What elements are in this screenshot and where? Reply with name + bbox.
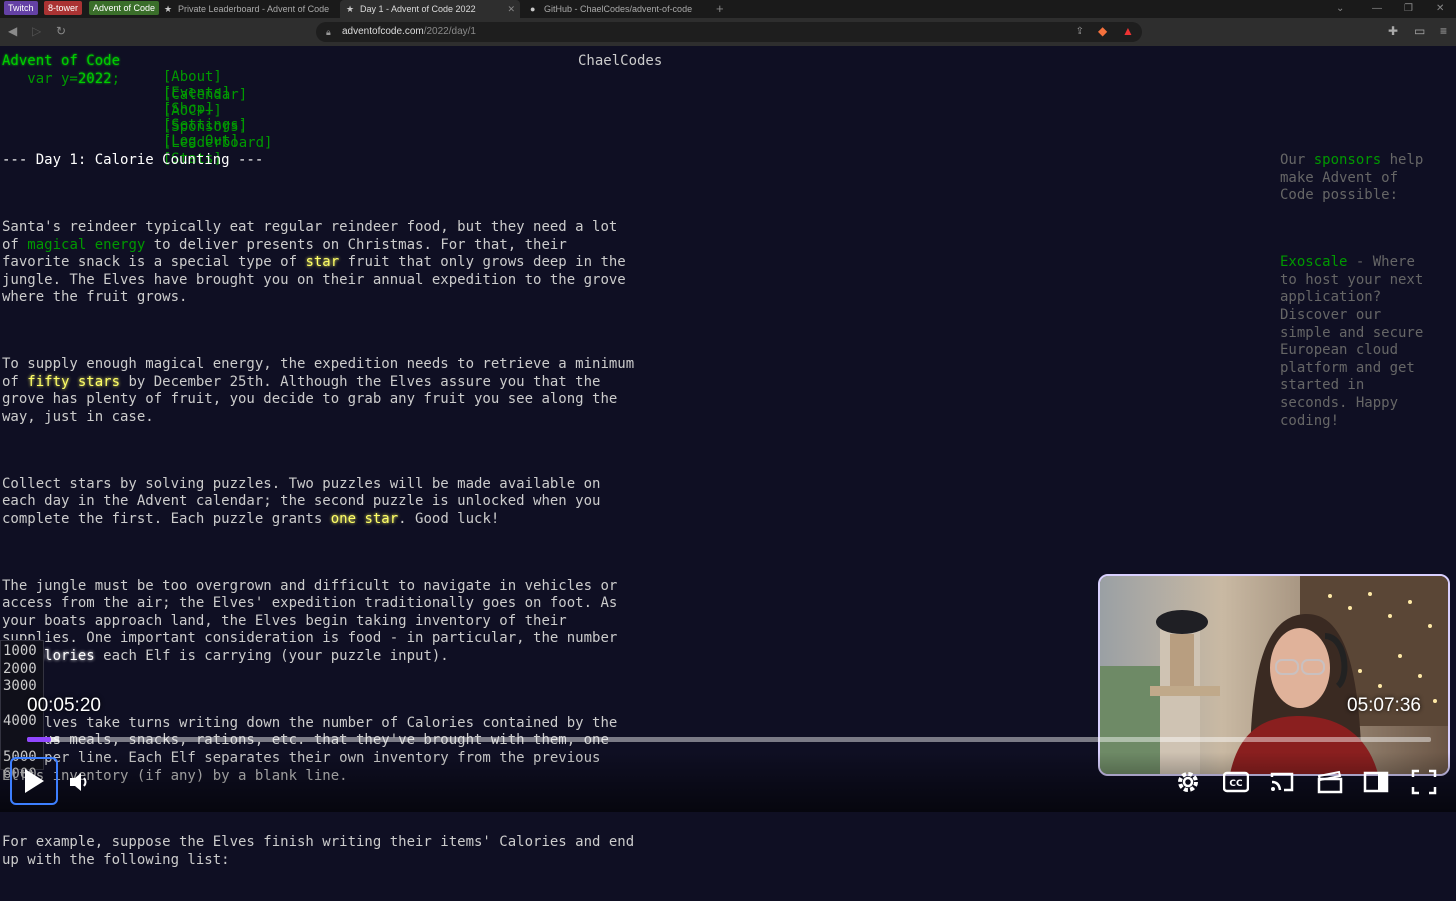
volume-button[interactable] [66,768,94,796]
new-tab-button[interactable]: + [716,0,724,18]
sponsors-link[interactable]: sponsors [1314,152,1381,168]
cast-button[interactable] [1268,768,1296,796]
volume-icon [70,773,87,791]
fullscreen-icon [1411,769,1437,795]
brave-rewards-icon[interactable]: ▲ [1122,24,1134,38]
star-icon: ★ [346,4,355,14]
forward-icon[interactable]: ▷ [32,24,41,38]
reload-icon[interactable]: ↻ [56,24,66,38]
restore-icon[interactable]: ❐ [1404,0,1413,18]
sidebar-toggle-icon[interactable]: ▭ [1414,24,1425,38]
extensions-icon[interactable]: ✚ [1388,24,1398,38]
play-button[interactable] [10,757,58,805]
close-tab-icon[interactable]: ✕ [507,0,515,18]
seek-bar[interactable] [27,737,1431,742]
tab-private-leaderboard[interactable]: ★ Private Leaderboard - Advent of Code [158,0,338,18]
back-icon[interactable]: ◀ [8,24,17,38]
puzzle-heading: --- Day 1: Calorie Counting --- [2,152,264,169]
total-time: 05:07:36 [1347,695,1421,716]
sponsor-intro: Our sponsors help make Advent of Code po… [1280,152,1424,204]
tab-day-1[interactable]: ★ Day 1 - Advent of Code 2022 ✕ [340,0,520,18]
pinned-tab-advent[interactable]: Advent of Code [89,1,160,15]
clip-button[interactable] [1316,768,1344,796]
fullscreen-button[interactable] [1410,768,1438,796]
site-title[interactable]: Advent of Code [2,53,120,69]
magical-energy-link[interactable]: magical energy [27,237,145,253]
paragraph-4: The jungle must be too overgrown and dif… [2,577,618,665]
tab-github[interactable]: ● GitHub - ChaelCodes/advent-of-code [524,0,704,18]
theatre-mode-icon [1363,771,1389,793]
minimize-icon[interactable]: — [1372,0,1382,18]
site-year: var y=2022; [2,71,121,87]
paragraph-1: Santa's reindeer typically eat regular r… [2,218,626,306]
play-icon [25,769,44,793]
seek-bar-played [27,737,51,742]
current-time: 00:05:20 [27,695,101,716]
exoscale-link[interactable]: Exoscale [1280,254,1347,270]
paragraph-3: Collect stars by solving puzzles. Two pu… [2,475,601,527]
theatre-mode-button[interactable] [1362,768,1390,796]
paragraph-2: To supply enough magical energy, the exp… [2,356,635,425]
sponsor-ad: Exoscale - Where to host your next appli… [1280,254,1424,429]
brave-shield-icon[interactable]: ◆ [1098,24,1107,38]
sponsor-sidebar: Our sponsors help make Advent of Code po… [1280,117,1440,462]
captions-button[interactable]: CC [1222,768,1250,796]
menu-icon[interactable]: ≡ [1440,24,1447,38]
github-icon: ● [530,4,536,14]
share-icon[interactable]: ⇪ [1076,22,1084,42]
browser-tab-bar: Twitch 8-tower Advent of Code ★ Private … [0,0,1456,18]
pinned-tab-8-tower[interactable]: 8-tower [44,1,83,15]
closed-captions-icon: CC [1223,771,1249,793]
svg-text:CC: CC [1229,779,1243,789]
tab-search-icon[interactable]: ⌄ [1336,0,1344,18]
seek-bar-buffer [50,737,60,742]
clapperboard-icon [1317,770,1343,794]
user-name: ChaelCodes [578,53,663,69]
star-icon: ★ [164,4,173,14]
paragraph-6: For example, suppose the Elves finish wr… [2,834,635,868]
close-window-icon[interactable]: ✕ [1436,0,1444,18]
gear-icon [1178,772,1198,792]
url-field[interactable]: 🔒︎ adventofcode.com/2022/day/1 ⇪ [316,22,1142,42]
streamer-webcam-image [1100,576,1448,774]
address-bar-row: ◀ ▷ ↻ 🔒︎ adventofcode.com/2022/day/1 ⇪ ◆… [0,18,1456,46]
pinned-tab-twitch[interactable]: Twitch [4,1,38,15]
settings-button[interactable] [1174,768,1202,796]
webcam-overlay [1098,574,1450,776]
cast-icon [1270,772,1294,792]
lock-icon: 🔒︎ [326,27,331,37]
nav-calendar[interactable]: [Calendar] [163,87,247,103]
